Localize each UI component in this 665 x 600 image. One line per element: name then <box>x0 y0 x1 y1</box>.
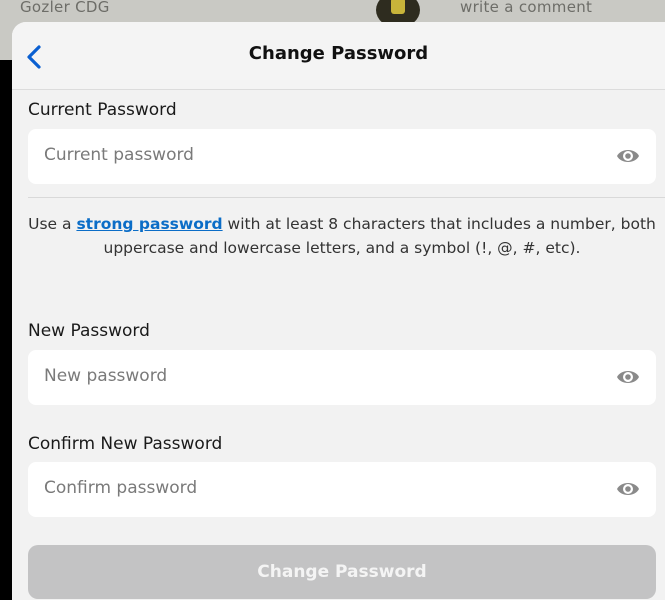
eye-icon[interactable] <box>616 367 640 387</box>
divider <box>28 197 665 198</box>
eye-icon[interactable] <box>616 146 640 166</box>
help-prefix: Use a <box>28 215 77 233</box>
change-password-button-label: Change Password <box>257 562 427 582</box>
background-comment-text: write a comment <box>460 0 593 16</box>
header: Change Password <box>12 22 665 90</box>
strong-password-link[interactable]: strong password <box>76 215 222 233</box>
change-password-sheet: Change Password Current Password Current… <box>12 22 665 600</box>
change-password-button[interactable]: Change Password <box>28 545 656 599</box>
confirm-password-label: Confirm New Password <box>28 434 223 454</box>
password-requirements-text: Use a strong password with at least 8 ch… <box>28 212 656 260</box>
new-password-field[interactable]: New password <box>28 350 656 405</box>
confirm-password-placeholder: Confirm password <box>44 478 198 498</box>
new-password-placeholder: New password <box>44 366 168 386</box>
current-password-label: Current Password <box>28 100 177 120</box>
confirm-password-field[interactable]: Confirm password <box>28 462 656 517</box>
background-text: Gozler CDG <box>20 0 110 16</box>
new-password-label: New Password <box>28 321 150 341</box>
current-password-field[interactable]: Current password <box>28 129 656 184</box>
current-password-placeholder: Current password <box>44 145 194 165</box>
page-title: Change Password <box>248 43 429 64</box>
eye-icon[interactable] <box>616 479 640 499</box>
